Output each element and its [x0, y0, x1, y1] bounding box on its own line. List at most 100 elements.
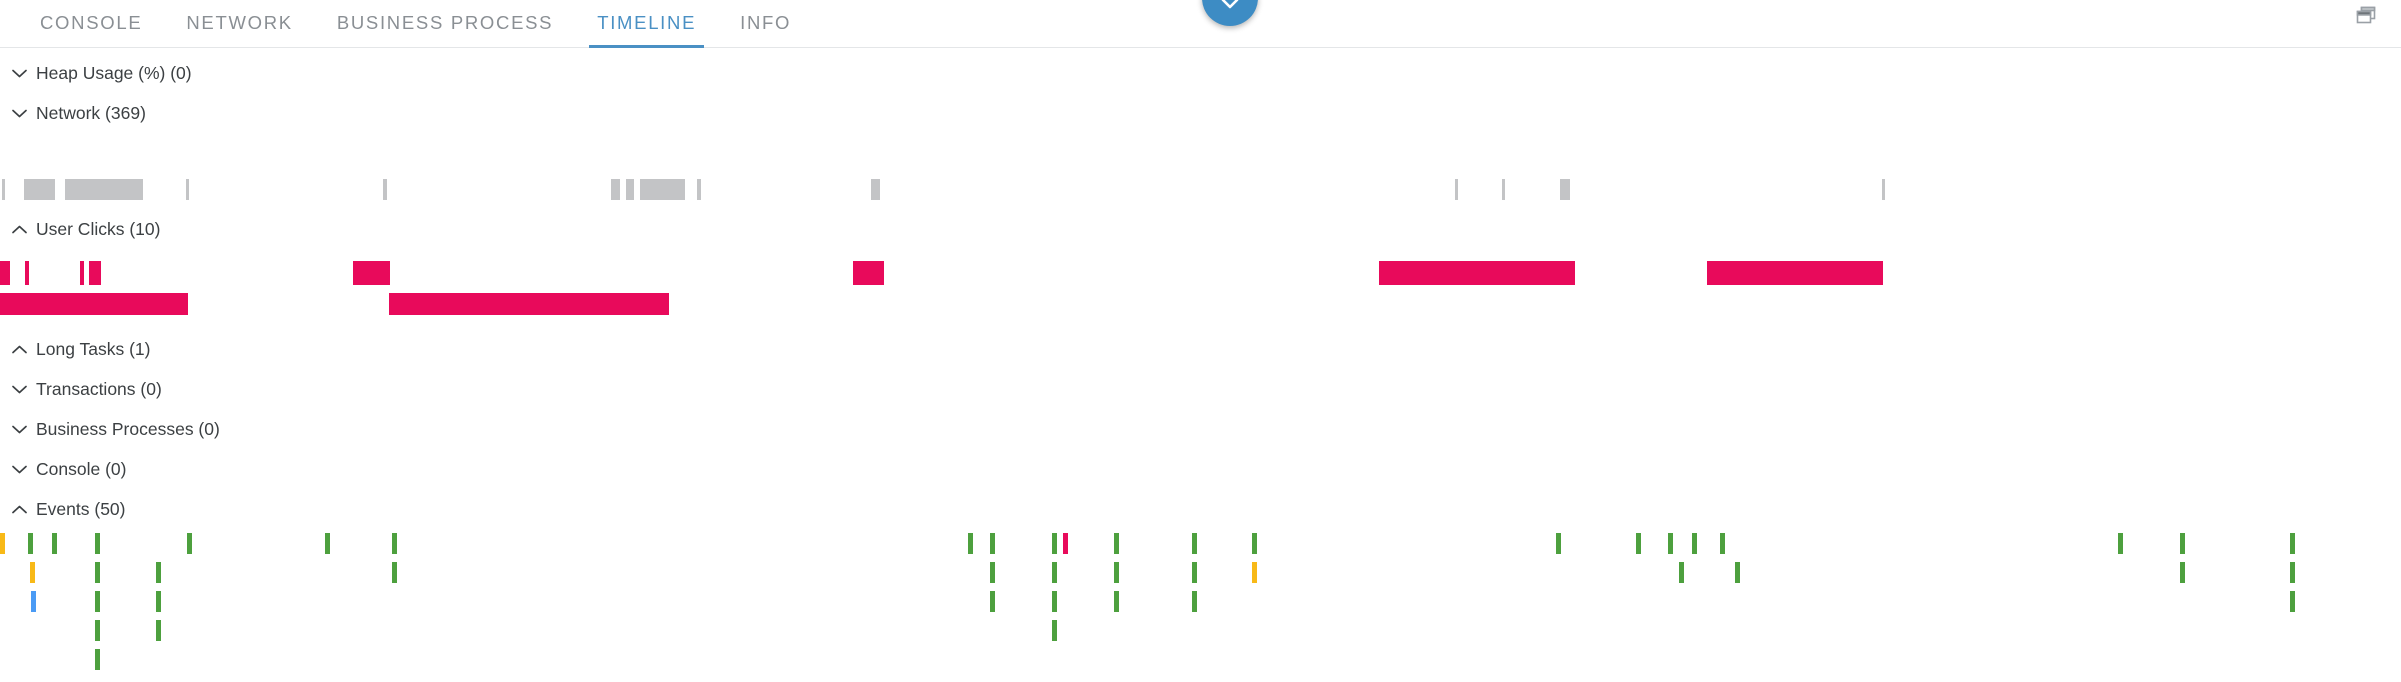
- timeline-group-long-tasks[interactable]: Long Tasks (1): [0, 336, 150, 362]
- event-tick[interactable]: [187, 533, 192, 554]
- network-request-bar[interactable]: [1455, 179, 1458, 200]
- timeline-group-events[interactable]: Events (50): [0, 496, 125, 522]
- event-tick[interactable]: [30, 562, 35, 583]
- event-tick[interactable]: [52, 533, 57, 554]
- event-tick[interactable]: [2180, 533, 2185, 554]
- event-tick[interactable]: [1192, 533, 1197, 554]
- tab-list: CONSOLE NETWORK BUSINESS PROCESS TIMELIN…: [0, 0, 2401, 48]
- event-tick[interactable]: [1556, 533, 1561, 554]
- event-tick[interactable]: [1052, 591, 1057, 612]
- event-tick[interactable]: [95, 562, 100, 583]
- event-tick[interactable]: [1063, 533, 1068, 554]
- network-request-bar[interactable]: [611, 179, 620, 200]
- event-tick[interactable]: [95, 591, 100, 612]
- event-tick[interactable]: [31, 591, 36, 612]
- network-request-bar[interactable]: [65, 179, 143, 200]
- timeline-group-label: Heap Usage (%) (0): [36, 62, 192, 83]
- timeline-group-label: User Clicks (10): [36, 218, 161, 239]
- event-tick[interactable]: [1252, 562, 1257, 583]
- network-request-bar[interactable]: [2, 179, 5, 200]
- timeline-group-heap-usage[interactable]: Heap Usage (%) (0): [0, 60, 192, 86]
- event-tick[interactable]: [1735, 562, 1740, 583]
- timeline-group-user-clicks[interactable]: User Clicks (10): [0, 216, 160, 242]
- timeline-lane-user-clicks[interactable]: [0, 261, 2401, 285]
- network-request-bar[interactable]: [640, 179, 685, 200]
- event-tick[interactable]: [1252, 533, 1257, 554]
- event-tick[interactable]: [990, 591, 995, 612]
- event-tick[interactable]: [1679, 562, 1684, 583]
- chevron-up-icon: [6, 216, 32, 242]
- event-tick[interactable]: [95, 620, 100, 641]
- event-tick[interactable]: [2290, 533, 2295, 554]
- tab-bar: CONSOLE NETWORK BUSINESS PROCESS TIMELIN…: [0, 0, 2401, 48]
- network-request-bar[interactable]: [871, 179, 880, 200]
- event-tick[interactable]: [1720, 533, 1725, 554]
- event-tick[interactable]: [968, 533, 973, 554]
- timeline-group-transactions[interactable]: Transactions (0): [0, 376, 162, 402]
- open-in-window-button[interactable]: [2353, 4, 2379, 30]
- event-tick[interactable]: [990, 533, 995, 554]
- network-request-bar[interactable]: [1882, 179, 1885, 200]
- event-tick[interactable]: [1052, 620, 1057, 641]
- timeline-group-console[interactable]: Console (0): [0, 456, 126, 482]
- network-request-bar[interactable]: [1560, 179, 1570, 200]
- event-tick[interactable]: [1192, 591, 1197, 612]
- event-tick[interactable]: [392, 562, 397, 583]
- event-tick[interactable]: [2180, 562, 2185, 583]
- user-click-bar[interactable]: [1379, 261, 1575, 285]
- user-click-bar[interactable]: [89, 261, 101, 285]
- user-click-bar[interactable]: [0, 261, 10, 285]
- tab-console[interactable]: CONSOLE: [18, 0, 164, 48]
- event-tick[interactable]: [1692, 533, 1697, 554]
- event-tick[interactable]: [1114, 533, 1119, 554]
- timeline-group-label: Business Processes (0): [36, 418, 220, 439]
- event-tick[interactable]: [1052, 533, 1057, 554]
- timeline-panel: Heap Usage (%) (0) Network (369) User Cl…: [0, 48, 2401, 670]
- network-request-bar[interactable]: [24, 179, 55, 200]
- long-task-bar[interactable]: [0, 293, 188, 315]
- event-tick[interactable]: [392, 533, 397, 554]
- event-tick[interactable]: [2290, 591, 2295, 612]
- event-tick[interactable]: [2118, 533, 2123, 554]
- event-tick[interactable]: [1114, 562, 1119, 583]
- tab-info[interactable]: INFO: [718, 0, 813, 48]
- event-tick[interactable]: [1114, 591, 1119, 612]
- event-tick[interactable]: [1052, 562, 1057, 583]
- chevron-down-icon: [6, 376, 32, 402]
- event-tick[interactable]: [325, 533, 330, 554]
- event-tick[interactable]: [95, 533, 100, 554]
- event-tick[interactable]: [990, 562, 995, 583]
- event-tick[interactable]: [1668, 533, 1673, 554]
- timeline-group-label: Console (0): [36, 458, 127, 479]
- tab-network[interactable]: NETWORK: [164, 0, 314, 48]
- user-click-bar[interactable]: [25, 261, 29, 285]
- event-tick[interactable]: [28, 533, 33, 554]
- tab-timeline[interactable]: TIMELINE: [575, 0, 718, 48]
- user-click-bar[interactable]: [853, 261, 884, 285]
- event-tick[interactable]: [156, 562, 161, 583]
- network-request-bar[interactable]: [186, 179, 189, 200]
- tab-business-process[interactable]: BUSINESS PROCESS: [315, 0, 575, 48]
- user-click-bar[interactable]: [1707, 261, 1883, 285]
- event-tick[interactable]: [2290, 562, 2295, 583]
- event-tick[interactable]: [1192, 562, 1197, 583]
- timeline-group-network[interactable]: Network (369): [0, 100, 146, 126]
- event-tick[interactable]: [156, 591, 161, 612]
- timeline-lane-long-tasks-bars[interactable]: [0, 293, 2401, 315]
- network-request-bar[interactable]: [697, 179, 701, 200]
- network-request-bar[interactable]: [626, 179, 634, 200]
- event-tick[interactable]: [0, 533, 5, 554]
- timeline-lane-events[interactable]: [0, 533, 2401, 682]
- event-tick[interactable]: [156, 620, 161, 641]
- user-click-bar[interactable]: [80, 261, 84, 285]
- network-request-bar[interactable]: [1502, 179, 1505, 200]
- network-request-bar[interactable]: [383, 179, 387, 200]
- user-click-bar[interactable]: [353, 261, 390, 285]
- timeline-lane-network[interactable]: [0, 179, 2401, 200]
- chevron-down-icon: [1221, 0, 1239, 26]
- timeline-group-business-processes[interactable]: Business Processes (0): [0, 416, 220, 442]
- event-tick[interactable]: [1636, 533, 1641, 554]
- timeline-group-label: Events (50): [36, 498, 126, 519]
- event-tick[interactable]: [95, 649, 100, 670]
- long-task-bar[interactable]: [389, 293, 669, 315]
